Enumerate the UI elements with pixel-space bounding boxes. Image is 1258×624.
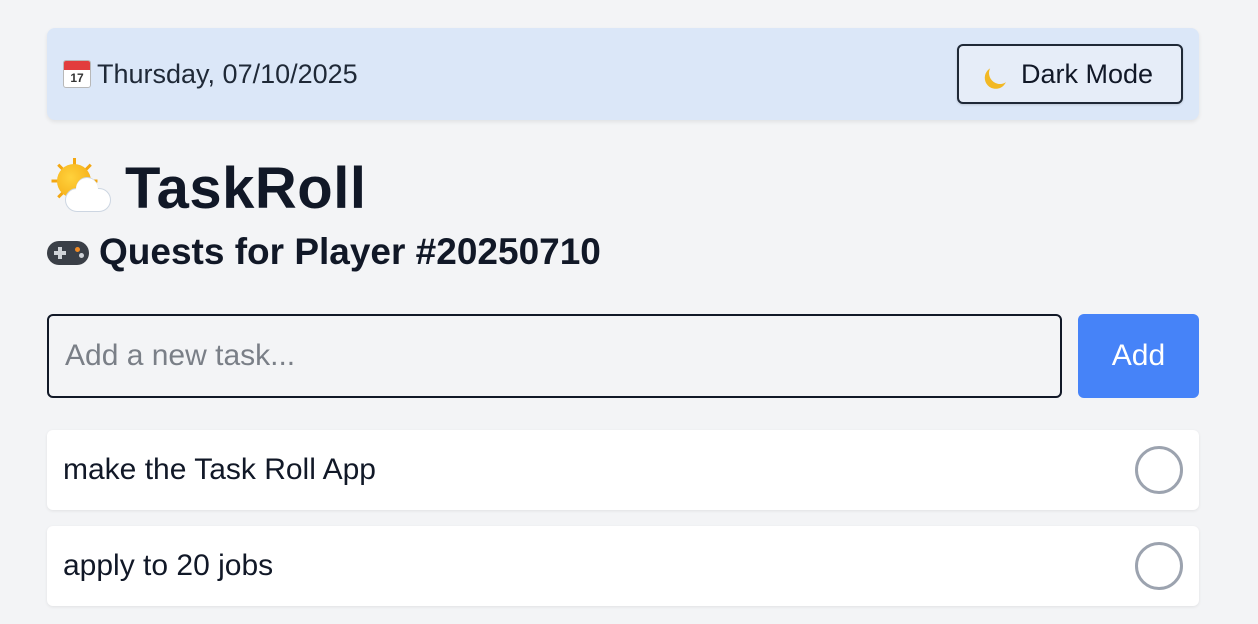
- task-text: make the Task Roll App: [63, 453, 376, 486]
- date-display: 17 Thursday, 07/10/2025: [63, 59, 358, 90]
- title-row: TaskRoll: [47, 155, 1199, 221]
- add-task-form: Add: [47, 314, 1199, 398]
- date-text: Thursday, 07/10/2025: [97, 58, 358, 89]
- app-title: TaskRoll: [125, 155, 367, 221]
- crescent-moon-icon: [987, 61, 1013, 87]
- dark-mode-label: Dark Mode: [1020, 58, 1154, 89]
- subtitle-row: Quests for Player #20250710: [47, 228, 1199, 276]
- new-task-input[interactable]: [47, 314, 1062, 398]
- calendar-icon: 17: [63, 60, 91, 88]
- page-subtitle: Quests for Player #20250710: [99, 231, 601, 272]
- complete-toggle-circle-icon[interactable]: [1135, 542, 1183, 590]
- task-item: make the Task Roll App: [47, 430, 1199, 510]
- dark-mode-button[interactable]: Dark Mode: [957, 44, 1183, 104]
- calendar-day: 17: [70, 71, 84, 85]
- app-container: 17 Thursday, 07/10/2025 Dark Mode TaskRo…: [47, 28, 1199, 606]
- task-list: make the Task Roll App apply to 20 jobs: [47, 430, 1199, 606]
- add-task-button[interactable]: Add: [1078, 314, 1199, 398]
- complete-toggle-circle-icon[interactable]: [1135, 446, 1183, 494]
- video-game-controller-icon: [47, 237, 89, 267]
- top-bar: 17 Thursday, 07/10/2025 Dark Mode: [47, 28, 1199, 120]
- task-text: apply to 20 jobs: [63, 549, 274, 582]
- task-item: apply to 20 jobs: [47, 526, 1199, 606]
- sun-behind-cloud-icon: [47, 158, 111, 218]
